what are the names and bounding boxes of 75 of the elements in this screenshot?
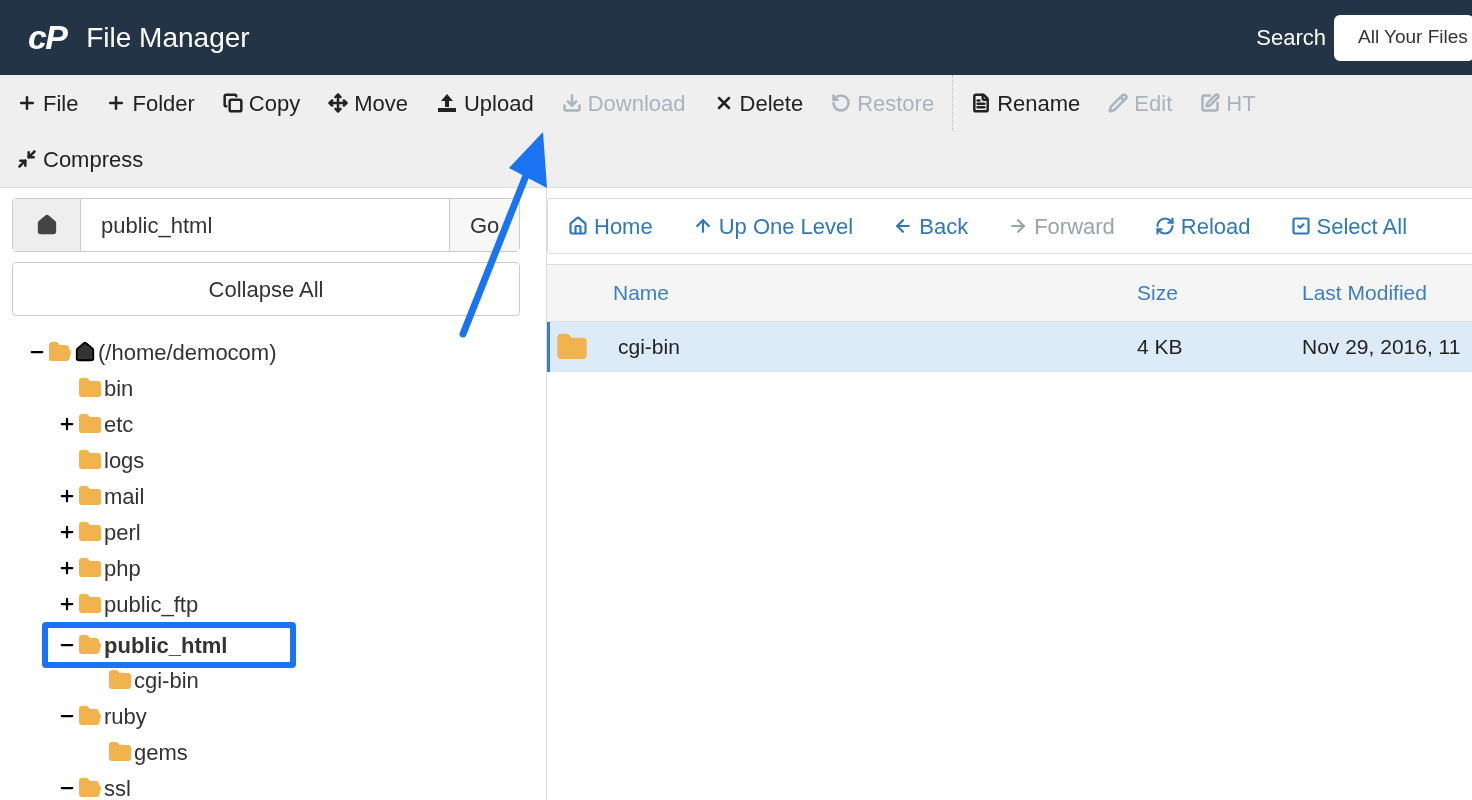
toolbar-button[interactable]: Move [314,75,422,131]
copy-icon [222,93,243,113]
open-folder-icon [78,704,102,728]
tree-item[interactable]: logs [104,443,145,477]
reload-icon [1154,216,1175,236]
move-arrows-icon [328,93,349,113]
search-scope-dropdown[interactable]: All Your Files [1334,14,1472,61]
expand-icon[interactable] [58,415,76,433]
tree-item[interactable]: php [104,551,141,585]
document-icon [971,93,992,113]
folder-icon [78,556,102,580]
tree-item[interactable]: perl [104,515,141,549]
home-icon [35,214,58,236]
folder-icon [108,740,132,764]
nav-button[interactable]: Select All [1290,209,1408,243]
toolbar-button[interactable]: Copy [208,75,315,131]
folder-icon [78,448,102,472]
tree-item[interactable]: (/home/democom) [98,335,277,369]
home-icon [568,216,588,236]
column-header[interactable]: Size [1137,277,1302,309]
tree-item[interactable]: etc [104,407,134,441]
expand-icon[interactable] [58,487,76,505]
tree-item[interactable]: bin [104,371,134,405]
folder-icon [78,484,102,508]
tree-item[interactable]: ssl [104,771,131,800]
edit-square-icon [1200,93,1221,113]
expand-icon[interactable] [58,523,76,541]
compress-arrows-icon [17,149,37,169]
collapse-all-button[interactable]: Collapse All [12,262,520,316]
go-button[interactable]: Go [449,199,519,251]
file-size: 4 KB [1137,334,1184,361]
tree-item[interactable]: cgi-bin [134,663,199,697]
nav-button[interactable]: Reload [1154,209,1251,243]
nav-button[interactable]: Home [568,209,653,243]
file-row[interactable]: cgi-bin 4 KB Nov 29, 2016, 11 [547,322,1472,372]
tree-item[interactable]: ruby [104,699,147,733]
folder-icon [78,412,102,436]
tree-item[interactable]: mail [104,479,145,513]
nav-button[interactable]: Up One Level [692,209,854,243]
checkbox-icon [1290,216,1311,236]
logo: cP [28,17,67,58]
upload-icon [435,92,458,114]
open-folder-icon [78,776,102,800]
nav-button[interactable]: Back [893,209,969,243]
open-folder-icon [78,633,102,657]
toolbar-button[interactable]: File [3,75,93,131]
app-title: File Manager [86,20,250,55]
toolbar-button[interactable]: Upload [421,75,548,131]
folder-icon [78,520,102,544]
plus-icon [17,93,37,113]
toolbar-button[interactable]: Folder [92,75,209,131]
open-folder-icon [48,340,72,364]
expand-icon[interactable] [58,559,76,577]
download-icon [561,93,582,113]
file-name: cgi-bin [618,334,680,361]
tree-item[interactable]: public_ftp [104,587,199,621]
tree-item[interactable]: public_html [104,628,228,662]
search-label: Search [1256,24,1326,52]
home-icon [74,341,96,363]
folder-icon [78,592,102,616]
undo-arrow-icon [831,93,852,113]
toolbar-button[interactable]: Rename [957,75,1095,131]
home-button[interactable] [13,199,81,251]
toolbar-button[interactable]: Delete [699,75,818,131]
toolbar-button[interactable]: Compress [3,131,158,187]
column-header[interactable]: Name [547,277,1137,309]
folder-icon [78,376,102,400]
folder-icon [108,668,132,692]
expand-icon[interactable] [58,595,76,613]
path-input[interactable]: public_html [81,199,449,251]
pencil-icon [1108,93,1129,113]
file-modified: Nov 29, 2016, 11 [1302,334,1461,361]
column-header[interactable]: Last Modified [1302,277,1427,309]
path-field[interactable]: public_html Go [12,198,520,252]
tree-item[interactable]: gems [134,735,188,769]
